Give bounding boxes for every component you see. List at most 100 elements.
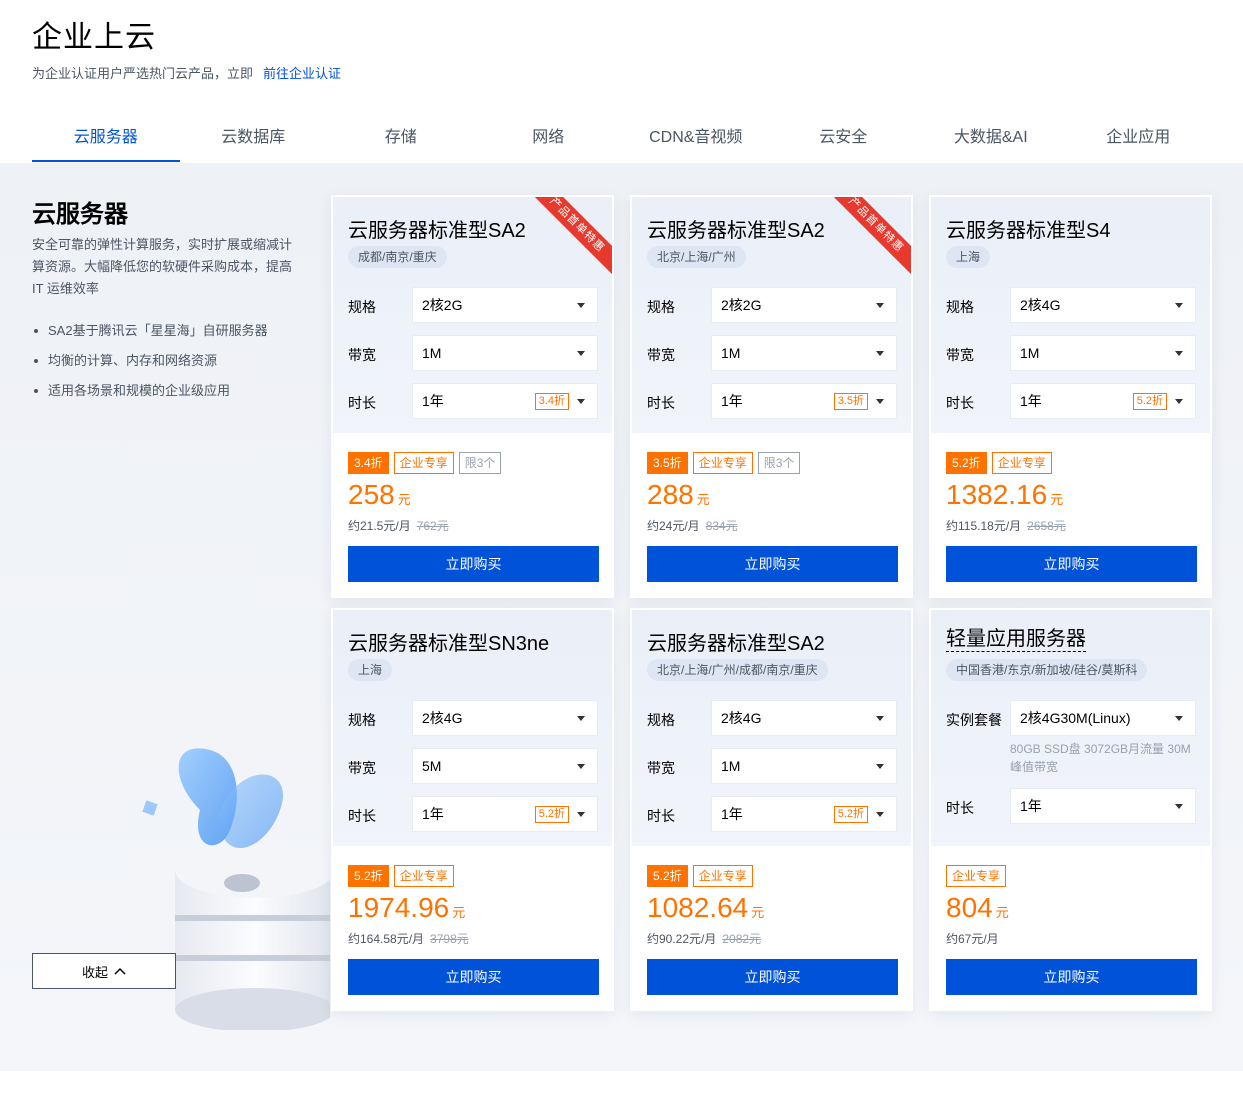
spec-select[interactable]: 2核4G — [711, 700, 897, 736]
caret-down-icon — [1175, 804, 1183, 809]
product-name: 云服务器标准型SA2 — [647, 220, 825, 242]
discount-badge: 5.2折 — [946, 452, 987, 474]
package-note: 80GB SSD盘 3072GB月流量 30M峰值带宽 — [1010, 742, 1191, 774]
monthly-price: 约115.18元/月 2658元 — [946, 517, 1066, 534]
buy-now-button[interactable]: 立即购买 — [946, 546, 1197, 582]
badge-group: 3.5折 企业专享 限3个 — [647, 452, 801, 474]
badge-group: 5.2折 企业专享 — [647, 865, 753, 887]
badge-group: 5.2折 企业专享 — [348, 865, 454, 887]
monthly-price: 约24元/月 834元 — [647, 517, 738, 534]
product-name: 云服务器标准型SN3ne — [348, 633, 550, 655]
spec-select[interactable]: 2核4G — [412, 700, 598, 736]
enterprise-badge: 企业专享 — [692, 865, 753, 887]
product-card: 产品首单特惠 云服务器标准型SA2 北京/上海/广州 规格 2核2G 带宽 1M… — [630, 195, 913, 598]
original-price: 2658元 — [1027, 519, 1066, 533]
caret-down-icon — [876, 716, 884, 721]
product-card: 轻量应用服务器 中国香港/东京/新加坡/硅谷/莫斯科 实例套餐 2核4G30M(… — [929, 608, 1212, 1011]
price-value: 804 — [946, 892, 993, 923]
duration-select[interactable]: 1年 3.5折 — [711, 383, 897, 419]
duration-select[interactable]: 1年 5.2折 — [412, 796, 598, 832]
product-name[interactable]: 轻量应用服务器 — [946, 627, 1086, 652]
package-select[interactable]: 2核4G30M(Linux) — [1010, 700, 1196, 736]
feature-item: 均衡的计算、内存和网络资源 — [32, 346, 268, 376]
bandwidth-value: 1M — [422, 345, 442, 361]
tab-enterprise-apps[interactable]: 企业应用 — [1065, 116, 1213, 162]
caret-down-icon — [1175, 351, 1183, 356]
price-value: 1382.16 — [946, 479, 1048, 510]
caret-down-icon — [876, 764, 884, 769]
monthly-value: 约90.22元/月 — [647, 932, 717, 946]
duration-value: 1年 — [1020, 393, 1042, 409]
caret-down-icon — [577, 764, 585, 769]
caret-down-icon — [577, 812, 585, 817]
tab-storage[interactable]: 存储 — [327, 116, 475, 162]
discount-tag: 3.4折 — [534, 393, 569, 410]
bandwidth-value: 1M — [1020, 345, 1040, 361]
bandwidth-value: 5M — [422, 758, 442, 774]
duration-select[interactable]: 1年 5.2折 — [1010, 383, 1196, 419]
bandwidth-value: 1M — [721, 758, 741, 774]
price: 1382.16 元 — [946, 479, 1063, 511]
enterprise-auth-link[interactable]: 前往企业认证 — [263, 66, 341, 81]
tab-cloud-database[interactable]: 云数据库 — [180, 116, 328, 162]
product-name: 云服务器标准型SA2 — [348, 220, 526, 242]
duration-value: 1年 — [422, 806, 444, 822]
buy-now-button[interactable]: 立即购买 — [647, 546, 898, 582]
caret-down-icon — [876, 303, 884, 308]
spec-select[interactable]: 2核2G — [711, 287, 897, 323]
bandwidth-select[interactable]: 1M — [711, 335, 897, 371]
tab-cloud-security[interactable]: 云安全 — [770, 116, 918, 162]
spec-label: 规格 — [647, 712, 675, 728]
spec-select[interactable]: 2核4G — [1010, 287, 1196, 323]
collapse-button[interactable]: 收起 — [32, 953, 176, 989]
tab-network[interactable]: 网络 — [475, 116, 623, 162]
spec-value: 2核4G — [1020, 297, 1061, 313]
bandwidth-select[interactable]: 1M — [412, 335, 598, 371]
product-card: 云服务器标准型SA2 北京/上海/广州/成都/南京/重庆 规格 2核4G 带宽 … — [630, 608, 913, 1011]
product-name: 云服务器标准型S4 — [946, 220, 1111, 242]
enterprise-badge: 企业专享 — [946, 865, 1007, 887]
caret-down-icon — [876, 812, 884, 817]
tab-bigdata-ai[interactable]: 大数据&AI — [917, 116, 1065, 162]
spec-label: 规格 — [348, 299, 376, 315]
chevron-up-icon — [114, 967, 126, 975]
collapse-label: 收起 — [81, 964, 108, 980]
monthly-price: 约21.5元/月 762元 — [348, 517, 449, 534]
enterprise-badge: 企业专享 — [393, 452, 454, 474]
tab-cloud-server[interactable]: 云服务器 — [32, 116, 180, 162]
category-tabs: 云服务器 云数据库 存储 网络 CDN&音视频 云安全 大数据&AI 企业应用 — [32, 116, 1212, 162]
price-value: 258 — [348, 479, 395, 510]
package-label: 实例套餐 — [946, 712, 1002, 728]
duration-select[interactable]: 1年 — [1010, 788, 1196, 824]
bandwidth-label: 带宽 — [348, 760, 376, 776]
original-price: 2082元 — [722, 932, 762, 946]
bandwidth-select[interactable]: 1M — [711, 748, 897, 784]
buy-now-button[interactable]: 立即购买 — [348, 959, 599, 995]
spec-label: 规格 — [647, 299, 675, 315]
monthly-price: 约90.22元/月 2082元 — [647, 930, 761, 947]
tab-cdn-media[interactable]: CDN&音视频 — [622, 116, 770, 162]
bandwidth-select[interactable]: 1M — [1010, 335, 1196, 371]
buy-now-button[interactable]: 立即购买 — [647, 959, 898, 995]
badge-group: 5.2折 企业专享 — [946, 452, 1052, 474]
duration-select[interactable]: 1年 3.4折 — [412, 383, 598, 419]
duration-value: 1年 — [721, 393, 743, 409]
spec-value: 2核4G — [721, 710, 762, 726]
duration-select[interactable]: 1年 5.2折 — [711, 796, 897, 832]
monthly-value: 约21.5元/月 — [348, 519, 411, 533]
duration-value: 1年 — [422, 393, 444, 409]
discount-badge: 3.4折 — [348, 452, 389, 474]
enterprise-badge: 企业专享 — [692, 452, 753, 474]
spec-select[interactable]: 2核2G — [412, 287, 598, 323]
caret-down-icon — [577, 303, 585, 308]
limit-badge: 限3个 — [757, 452, 801, 474]
section-description: 安全可靠的弹性计算服务，实时扩展或缩减计算资源。大幅降低您的软硬件采购成本，提高… — [32, 237, 293, 296]
caret-down-icon — [1175, 303, 1183, 308]
caret-down-icon — [577, 399, 585, 404]
buy-now-button[interactable]: 立即购买 — [946, 959, 1197, 995]
caret-down-icon — [1175, 399, 1183, 404]
price-unit: 元 — [397, 492, 411, 507]
buy-now-button[interactable]: 立即购买 — [348, 546, 599, 582]
bandwidth-select[interactable]: 5M — [412, 748, 598, 784]
caret-down-icon — [1175, 716, 1183, 721]
